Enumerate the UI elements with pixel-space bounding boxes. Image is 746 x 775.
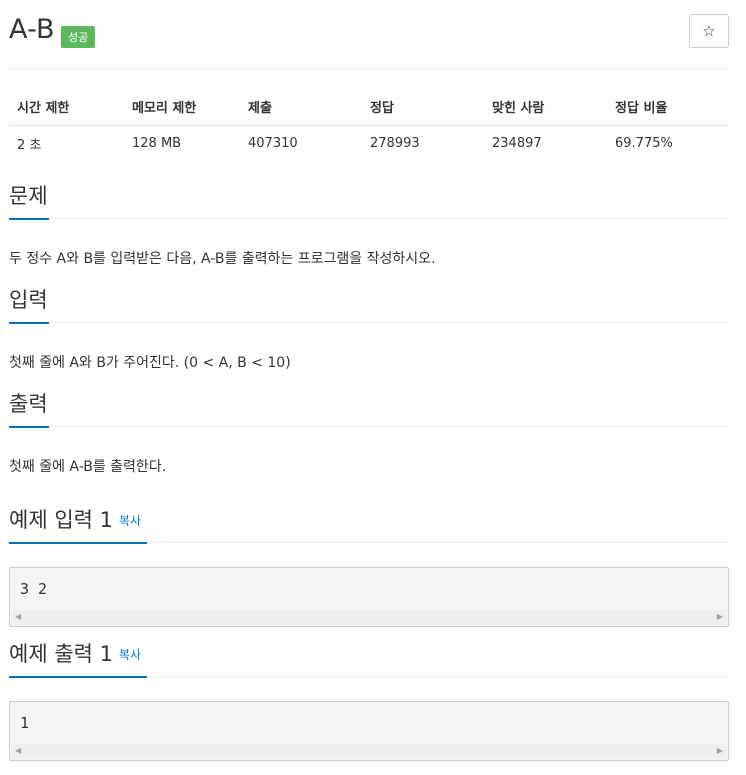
problem-title: A-B — [9, 14, 55, 45]
section-title: 문제 — [9, 184, 48, 208]
problem-info-table: 시간 제한 메모리 제한 제출 정답 맞힌 사람 정답 비율 2 초 128 M… — [9, 88, 729, 161]
sample-output-content: 1 — [20, 714, 30, 732]
section-title: 입력 — [9, 288, 48, 312]
section-header: 예제 입력 1 복사 — [9, 506, 729, 544]
header-memory-limit: 메모리 제한 — [124, 88, 240, 126]
star-icon: ☆ — [702, 22, 716, 40]
sample-output-section: 예제 출력 1 복사 — [9, 640, 729, 678]
scroll-right-icon[interactable]: ▶ — [717, 613, 723, 621]
header-accepted: 정답 — [362, 88, 484, 126]
info-table-row: 2 초 128 MB 407310 278993 234897 69.775% — [9, 125, 729, 161]
horizontal-scrollbar[interactable]: ◀ ▶ — [11, 610, 727, 625]
status-badge: 성공 — [61, 26, 96, 48]
favorite-button[interactable]: ☆ — [689, 14, 729, 48]
scroll-right-icon[interactable]: ▶ — [717, 747, 723, 755]
section-underline — [9, 676, 147, 678]
sample-input-box[interactable]: 3 2 ◀ ▶ — [9, 567, 729, 627]
value-accept-ratio: 69.775% — [615, 135, 673, 151]
output-description: 첫째 줄에 A-B를 출력한다. — [9, 459, 167, 475]
section-header: 문제 — [9, 182, 729, 220]
value-accepted[interactable]: 278993 — [362, 125, 484, 161]
section-underline — [9, 218, 49, 220]
header-submissions: 제출 — [240, 88, 362, 126]
section-title: 출력 — [9, 392, 48, 416]
value-memory-limit: 128 MB — [132, 135, 182, 151]
section-title: 예제 입력 1 복사 — [9, 506, 141, 537]
info-table-header-row: 시간 제한 메모리 제한 제출 정답 맞힌 사람 정답 비율 — [9, 88, 729, 126]
sample-output-title: 예제 출력 1 — [9, 642, 113, 666]
problem-description: 두 정수 A와 B를 입력받은 다음, A-B를 출력하는 프로그램을 작성하시… — [9, 251, 436, 267]
horizontal-scrollbar[interactable]: ◀ ▶ — [11, 744, 727, 759]
problem-description-section: 문제 두 정수 A와 B를 입력받은 다음, A-B를 출력하는 프로그램을 작… — [9, 182, 729, 269]
section-underline — [9, 426, 49, 428]
section-title: 예제 출력 1 복사 — [9, 640, 141, 671]
value-time-limit: 2 초 — [17, 137, 42, 153]
header-accept-ratio: 정답 비율 — [607, 88, 729, 126]
section-underline — [9, 542, 147, 544]
scroll-left-icon[interactable]: ◀ — [15, 747, 21, 755]
sample-input-content: 3 2 — [20, 580, 48, 598]
scroll-left-icon[interactable]: ◀ — [15, 613, 21, 621]
header-solved-users: 맞힌 사람 — [484, 88, 607, 126]
sample-output-box[interactable]: 1 ◀ ▶ — [9, 701, 729, 761]
sample-input-section: 예제 입력 1 복사 — [9, 506, 729, 544]
copy-sample-input-link[interactable]: 복사 — [119, 514, 141, 528]
value-solved-users[interactable]: 234897 — [484, 125, 607, 161]
problem-header: A-B 성공 ☆ — [9, 0, 729, 69]
header-time-limit: 시간 제한 — [9, 88, 124, 126]
output-section: 출력 첫째 줄에 A-B를 출력한다. — [9, 390, 729, 477]
section-header: 예제 출력 1 복사 — [9, 640, 729, 678]
section-header: 입력 — [9, 286, 729, 324]
problem-page: A-B 성공 ☆ 시간 제한 메모리 제한 제출 정답 맞힌 사람 정답 비율 … — [9, 0, 729, 761]
value-submissions[interactable]: 407310 — [240, 125, 362, 161]
section-underline — [9, 322, 49, 324]
input-section: 입력 첫째 줄에 A와 B가 주어진다. (0 < A, B < 10) — [9, 286, 729, 373]
section-header: 출력 — [9, 390, 729, 428]
sample-input-title: 예제 입력 1 — [9, 508, 113, 532]
copy-sample-output-link[interactable]: 복사 — [119, 648, 141, 662]
input-description: 첫째 줄에 A와 B가 주어진다. (0 < A, B < 10) — [9, 355, 291, 371]
